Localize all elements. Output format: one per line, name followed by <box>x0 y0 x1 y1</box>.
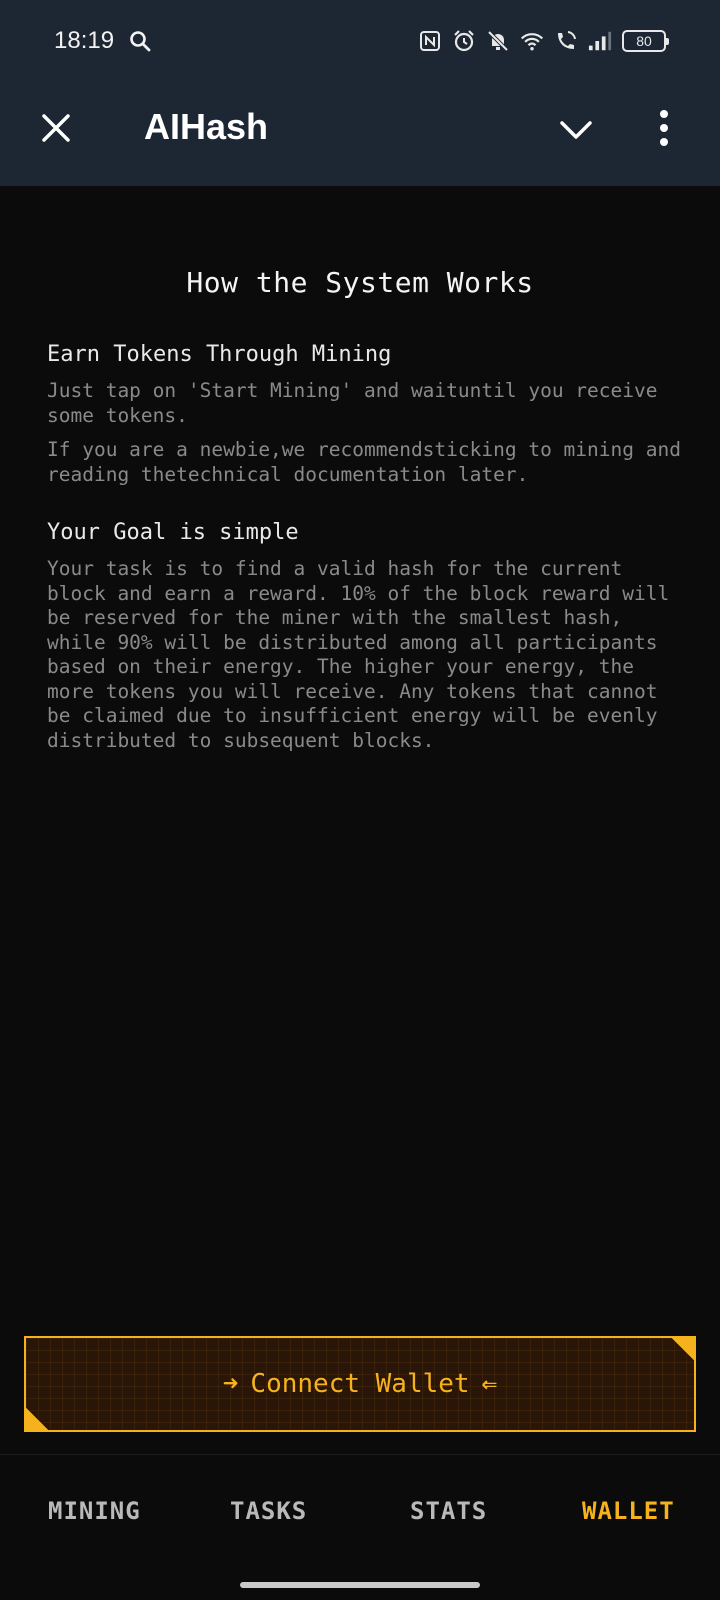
wifi-icon <box>520 29 544 53</box>
search-icon <box>128 29 152 53</box>
corner-accent <box>24 1406 50 1432</box>
chevron-down-icon <box>560 121 592 139</box>
connect-wallet-container: ➜ Connect Wallet ⇐ <box>24 1336 696 1432</box>
alarm-icon <box>452 29 476 53</box>
collapse-button[interactable] <box>558 112 594 148</box>
app-bar: AIHash <box>0 82 720 186</box>
section-goal: Your Goal is simple Your task is to find… <box>47 520 687 763</box>
section-paragraph: Just tap on 'Start Mining' and waituntil… <box>47 379 658 427</box>
arrow-left-icon: ⇐ <box>481 1369 498 1399</box>
content-area: How the System Works Earn Tokens Through… <box>0 186 720 1454</box>
page-heading: How the System Works <box>186 266 534 299</box>
section-title: Earn Tokens Through Mining <box>47 342 392 367</box>
tab-wallet[interactable]: WALLET <box>582 1497 675 1525</box>
close-button[interactable] <box>38 110 74 146</box>
corner-accent <box>670 1336 696 1362</box>
signal-icon <box>588 29 612 53</box>
connect-wallet-label: Connect Wallet <box>250 1369 470 1399</box>
status-time: 18:19 <box>54 27 115 54</box>
wifi-calling-icon <box>554 29 578 53</box>
status-right: 80 <box>418 29 669 53</box>
bell-off-icon <box>486 29 510 53</box>
tab-mining[interactable]: MINING <box>48 1497 141 1525</box>
status-bar: 18:19 80 <box>0 0 720 82</box>
more-options-button[interactable] <box>656 108 672 148</box>
status-left: 18:19 <box>54 27 152 55</box>
connect-wallet-button[interactable]: ➜ Connect Wallet ⇐ <box>24 1336 696 1432</box>
app-title: AIHash <box>144 106 269 147</box>
tab-tasks[interactable]: TASKS <box>230 1497 307 1525</box>
bottom-tab-bar: MINING TASKS STATS WALLET <box>0 1454 720 1570</box>
nfc-icon <box>418 29 442 53</box>
arrow-right-icon: ➜ <box>222 1369 239 1399</box>
more-vertical-icon <box>660 110 668 146</box>
section-paragraph: If you are a newbie,we recommendsticking… <box>47 438 681 486</box>
section-paragraph: Your task is to find a valid hash for th… <box>47 557 670 752</box>
close-icon <box>42 114 70 142</box>
section-title: Your Goal is simple <box>47 520 299 545</box>
section-earn-tokens: Earn Tokens Through Mining Just tap on '… <box>47 342 687 497</box>
home-indicator[interactable] <box>240 1582 480 1588</box>
battery-indicator: 80 <box>622 30 669 52</box>
tab-stats[interactable]: STATS <box>410 1497 487 1525</box>
